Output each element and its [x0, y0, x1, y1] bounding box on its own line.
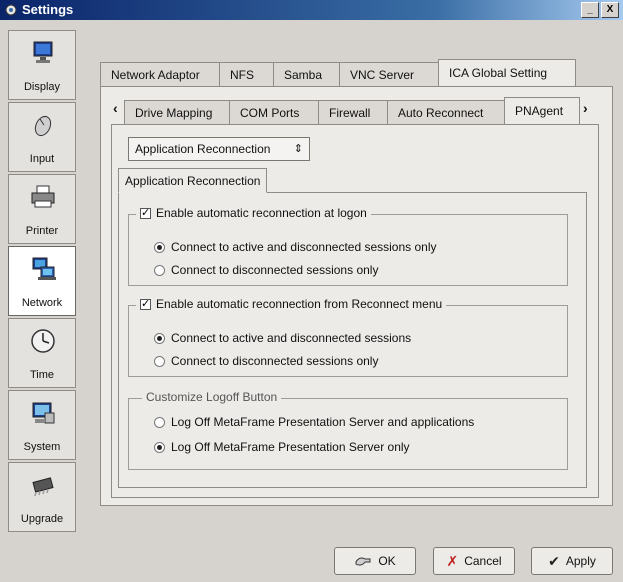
mouse-icon — [34, 115, 52, 137]
system-icon — [32, 402, 55, 424]
cancel-button[interactable]: ✗ Cancel — [433, 547, 515, 575]
radio-label: Connect to active and disconnected sessi… — [171, 240, 437, 254]
radio-logon-active-and-disconnected[interactable]: Connect to active and disconnected sessi… — [154, 240, 437, 254]
radio-dot — [154, 264, 165, 276]
tab-pnagent[interactable]: PNAgent — [504, 97, 580, 124]
sidebar-item-printer[interactable]: Printer — [8, 174, 76, 244]
sidebar-item-system[interactable]: System — [8, 390, 76, 460]
cancel-label: Cancel — [464, 554, 502, 568]
group-title-text: Customize Logoff Button — [146, 390, 278, 404]
sidebar-item-label: Input — [29, 153, 55, 165]
radio-dot — [154, 355, 165, 367]
ok-label: OK — [378, 554, 396, 568]
checkbox-label: Enable automatic reconnection at logon — [156, 206, 367, 220]
window-controls: _ X — [581, 2, 619, 18]
settings-gear-icon — [5, 4, 17, 16]
tab-nfs[interactable]: NFS — [219, 62, 274, 86]
radio-label: Log Off MetaFrame Presentation Server an… — [171, 415, 475, 429]
tab-firewall[interactable]: Firewall — [318, 100, 388, 124]
cancel-x-icon: ✗ — [446, 552, 459, 569]
printer-icon — [31, 185, 55, 208]
group-customize-logoff — [128, 398, 568, 470]
radio-dot — [154, 416, 165, 428]
sidebar-item-label: Display — [23, 81, 61, 93]
radio-label: Connect to disconnected sessions only — [171, 354, 379, 368]
radio-logoff-server-only[interactable]: Log Off MetaFrame Presentation Server on… — [154, 440, 410, 454]
window-title: Settings — [22, 2, 74, 17]
radio-label: Connect to disconnected sessions only — [171, 263, 379, 277]
tab-com-ports[interactable]: COM Ports — [229, 100, 319, 124]
menu-reconnect-checkbox[interactable]: Enable automatic reconnection from Recon… — [136, 297, 447, 311]
section-select-value: Application Reconnection — [135, 142, 271, 156]
tab-ica-global-setting[interactable]: ICA Global Setting — [438, 59, 576, 86]
apply-check-icon: ✔ — [548, 552, 560, 569]
sub-tab-scroll-right-icon[interactable]: › — [583, 100, 588, 116]
tab-drive-mapping[interactable]: Drive Mapping — [124, 100, 230, 124]
tab-network-adaptor[interactable]: Network Adaptor — [100, 62, 220, 86]
radio-label: Connect to active and disconnected sessi… — [171, 331, 412, 345]
radio-dot — [154, 241, 165, 253]
apply-button[interactable]: ✔ Apply — [531, 547, 613, 575]
sidebar-item-upgrade[interactable]: Upgrade — [8, 462, 76, 532]
sidebar-item-time[interactable]: Time — [8, 318, 76, 388]
radio-menu-disconnected-only[interactable]: Connect to disconnected sessions only — [154, 354, 378, 368]
radio-dot — [154, 332, 165, 344]
radio-dot — [154, 441, 165, 453]
radio-label: Log Off MetaFrame Presentation Server on… — [171, 440, 410, 454]
sub-tab-bar: Drive Mapping COM Ports Firewall Auto Re… — [124, 97, 580, 124]
sidebar-item-input[interactable]: Input — [8, 102, 76, 172]
title-bar: Settings _ X — [0, 0, 623, 20]
apply-label: Apply — [565, 554, 596, 568]
ok-button[interactable]: OK — [334, 547, 416, 575]
sidebar-item-label: Upgrade — [20, 513, 64, 525]
checkbox-box — [140, 297, 151, 310]
clock-icon — [31, 329, 55, 353]
minimize-button[interactable]: _ — [581, 2, 599, 18]
group-title-customize-logoff: Customize Logoff Button — [142, 390, 282, 404]
logon-reconnect-checkbox[interactable]: Enable automatic reconnection at logon — [136, 206, 371, 220]
sidebar-item-label: Network — [21, 297, 63, 309]
section-select[interactable]: Application Reconnection ⇕ — [128, 137, 310, 161]
radio-logon-disconnected-only[interactable]: Connect to disconnected sessions only — [154, 263, 378, 277]
radio-menu-active-and-disconnected[interactable]: Connect to active and disconnected sessi… — [154, 331, 411, 345]
sidebar-item-display[interactable]: Display — [8, 30, 76, 100]
hand-ok-icon — [355, 557, 371, 566]
checkbox-box — [140, 206, 151, 219]
sidebar-item-label: Printer — [25, 225, 59, 237]
tab-samba[interactable]: Samba — [273, 62, 340, 86]
sidebar-item-label: Time — [29, 369, 55, 381]
tab-vnc-server[interactable]: VNC Server — [339, 62, 439, 86]
checkbox-label: Enable automatic reconnection from Recon… — [156, 297, 443, 311]
spinner-arrows-icon: ⇕ — [293, 143, 303, 155]
radio-logoff-server-and-apps[interactable]: Log Off MetaFrame Presentation Server an… — [154, 415, 474, 429]
sub-tab-scroll-left-icon[interactable]: ‹ — [113, 100, 118, 116]
category-sidebar: Display Input Printer Network Time Syste… — [8, 30, 76, 540]
network-icon — [32, 257, 56, 280]
close-button[interactable]: X — [601, 2, 619, 18]
sidebar-item-label: System — [23, 441, 61, 453]
chip-icon — [32, 477, 54, 497]
main-tab-bar: Network Adaptor NFS Samba VNC Server ICA… — [100, 59, 576, 86]
tab-auto-reconnect[interactable]: Auto Reconnect — [387, 100, 505, 124]
sidebar-item-network[interactable]: Network — [8, 246, 76, 316]
tab-application-reconnection[interactable]: Application Reconnection — [118, 168, 268, 193]
monitor-icon — [33, 41, 53, 63]
